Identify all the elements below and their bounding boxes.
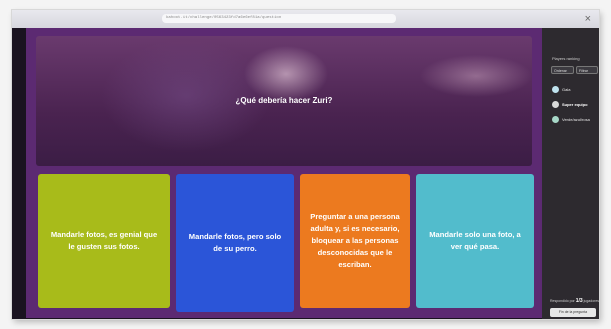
- player-avatar-icon: [552, 116, 559, 123]
- filter-chip[interactable]: Filtrar: [576, 66, 598, 74]
- question-text: ¿Qué debería hacer Zuri?: [235, 96, 333, 105]
- sort-chip[interactable]: Ordenar: [551, 66, 574, 74]
- answered-value: 1/3: [575, 298, 583, 304]
- player-item: Verde/azul/rosa: [552, 116, 590, 123]
- answer-option-3[interactable]: Preguntar a una persona adulta y, si es …: [300, 174, 410, 308]
- end-question-button[interactable]: Fin de la pregunta: [550, 308, 596, 317]
- answered-suffix: jugadores: [583, 299, 599, 303]
- answer-grid: Mandarle fotos, es genial que le gusten …: [38, 174, 534, 314]
- game-stage: ¿Qué debería hacer Zuri? Mandarle fotos,…: [26, 28, 542, 318]
- player-avatar-icon: [552, 86, 559, 93]
- close-icon[interactable]: ×: [585, 12, 591, 26]
- photo-frame: kahoot.it/challenge/0563423fd7a6e6ef81a/…: [12, 10, 599, 319]
- player-item: Super equipo: [552, 101, 588, 108]
- player-name: Super equipo: [562, 102, 588, 107]
- answer-option-4[interactable]: Mandarle solo una foto, a ver qué pasa.: [416, 174, 534, 308]
- player-item: Gala: [552, 86, 570, 93]
- answer-option-1[interactable]: Mandarle fotos, es genial que le gusten …: [38, 174, 170, 308]
- answer-option-2[interactable]: Mandarle fotos, pero solo de su perro.: [176, 174, 294, 312]
- player-avatar-icon: [552, 101, 559, 108]
- side-panel-title: Players ranking: [552, 56, 580, 61]
- address-bar[interactable]: kahoot.it/challenge/0563423fd7a6e6ef81a/…: [162, 14, 396, 23]
- player-name: Gala: [562, 87, 571, 92]
- question-panel: ¿Qué debería hacer Zuri?: [36, 36, 532, 166]
- browser-toolbar: kahoot.it/challenge/0563423fd7a6e6ef81a/…: [12, 10, 599, 28]
- players-side-panel: Players ranking Ordenar Filtrar Gala Sup…: [542, 28, 599, 319]
- answered-label: Respondido por: [550, 299, 575, 303]
- player-name: Verde/azul/rosa: [562, 117, 590, 122]
- answered-count: Respondido por 1/3 jugadores: [550, 298, 599, 304]
